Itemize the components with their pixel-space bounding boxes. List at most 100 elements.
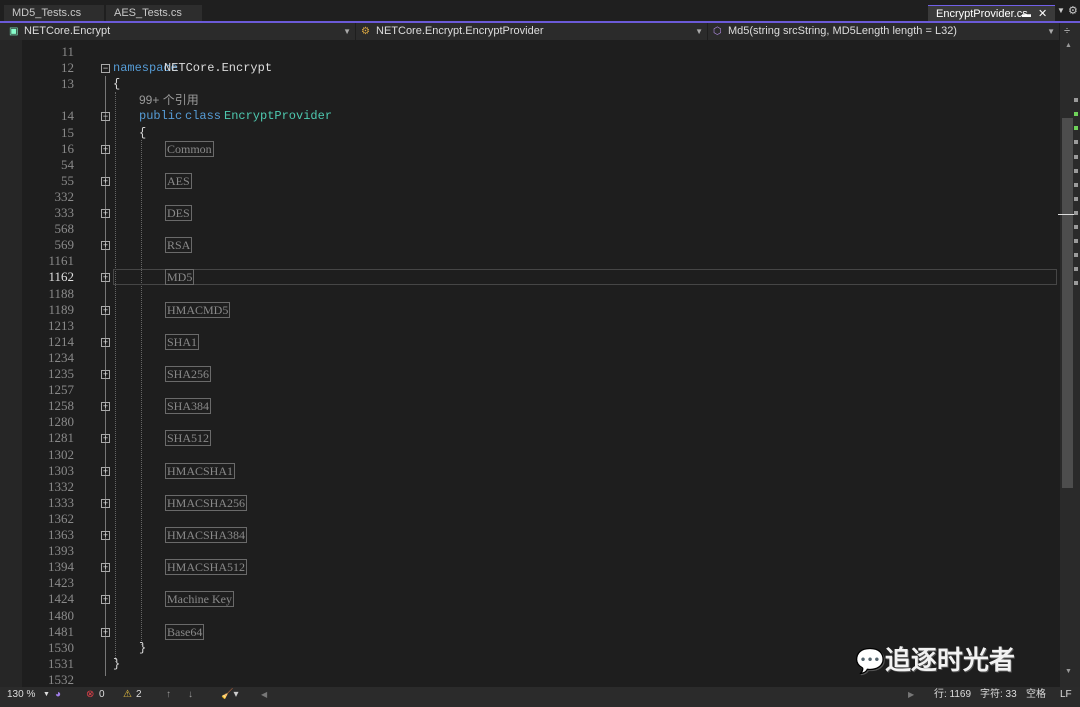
code-line: 1480 <box>22 608 1060 624</box>
expand-icon[interactable]: + <box>101 305 110 315</box>
collapsed-region-sha384[interactable]: SHA384 <box>165 398 212 415</box>
gear-icon[interactable]: ⚙ <box>1068 4 1078 17</box>
code-line: 1393 <box>22 543 1060 559</box>
collapsed-region-sha256[interactable]: SHA256 <box>165 366 212 382</box>
expand-icon[interactable]: + <box>101 209 110 218</box>
collapsed-region-base64[interactable]: Base64 <box>165 623 205 640</box>
code-line: 1303 + HMACSHA1 <box>22 462 1060 479</box>
warning-icon[interactable]: ⚠ <box>123 687 132 703</box>
code-line: 1424 + Machine Key <box>22 591 1060 608</box>
line-number: 1393 <box>48 543 74 559</box>
char-indicator[interactable]: 字符: 33 <box>980 687 1017 703</box>
line-number: 14 <box>61 108 74 124</box>
zoom-dropdown-icon[interactable]: ▼ <box>43 687 50 703</box>
zoom-level[interactable]: 130 % <box>7 687 35 703</box>
expand-icon[interactable]: + <box>101 144 110 154</box>
scrollbar-marker <box>1074 211 1078 215</box>
collapsed-region-sha1[interactable]: SHA1 <box>165 333 200 350</box>
line-number: 1235 <box>48 366 74 381</box>
scrollbar-thumb[interactable] <box>1062 118 1073 488</box>
expand-icon[interactable]: + <box>101 498 110 508</box>
collapse-icon[interactable]: − <box>101 112 110 122</box>
code-line: 14 − public class EncryptProvider <box>22 108 1060 124</box>
scrollbar-marker <box>1074 267 1078 271</box>
error-icon[interactable]: ⊗ <box>86 687 94 703</box>
code-line: 568 <box>22 221 1060 237</box>
collapsed-region-hmacmd5[interactable]: HMACMD5 <box>165 301 231 318</box>
type-dropdown[interactable]: ⚙ NETCore.Encrypt.EncryptProvider ▼ <box>356 23 708 40</box>
code-line: 1281 + SHA512 <box>22 430 1060 447</box>
expand-icon[interactable]: + <box>101 337 110 347</box>
scrollbar-marker <box>1074 197 1078 201</box>
project-dropdown[interactable]: ▣ NETCore.Encrypt ▼ <box>4 23 356 40</box>
line-indicator[interactable]: 行: 1169 <box>934 687 971 703</box>
line-number: 1424 <box>48 591 74 607</box>
expand-icon[interactable]: + <box>101 176 110 186</box>
code-line: 1394 + HMACSHA512 <box>22 559 1060 576</box>
expand-icon[interactable]: + <box>101 434 110 444</box>
code-line: 1363 + HMACSHA384 <box>22 527 1060 543</box>
code-line: 99+ 个引用 <box>22 92 1060 108</box>
public-keyword: public <box>139 109 183 124</box>
member-dropdown[interactable]: ⬡ Md5(string srcString, MD5Length length … <box>708 23 1060 40</box>
scroll-down-icon[interactable]: ▼ <box>1065 668 1072 675</box>
reference-count-codelens[interactable]: 99+ 个引用 <box>139 92 199 108</box>
code-editor[interactable]: 11 12− namespace NETCore.Encrypt 13{99+ 个引用 1… <box>22 40 1060 687</box>
collapsed-region-hmacsha256[interactable]: HMACSHA256 <box>165 494 248 511</box>
code-line: 1161 <box>22 253 1060 269</box>
tab-bar: MD5_Tests.cs AES_Tests.cs EncryptProvide… <box>0 0 1080 22</box>
collapsed-region-hmacsha1[interactable]: HMACSHA1 <box>165 462 236 479</box>
expand-icon[interactable]: + <box>101 595 110 605</box>
line-number: 1531 <box>48 655 74 671</box>
indent-indicator[interactable]: 空格 <box>1026 687 1046 703</box>
expand-icon[interactable]: + <box>101 402 110 412</box>
arrow-up-icon[interactable]: ↑ <box>166 687 171 703</box>
expand-icon[interactable]: + <box>101 563 110 573</box>
scroll-right-icon[interactable]: ▶ <box>908 687 914 703</box>
tab-encrypt-provider[interactable]: EncryptProvider.cs ▬ ✕ <box>928 5 1055 22</box>
expand-icon[interactable]: + <box>101 466 110 476</box>
collapsed-region-machine-key[interactable]: Machine Key <box>165 591 234 608</box>
collapsed-region-aes[interactable]: AES <box>165 172 192 189</box>
line-number: 12 <box>61 60 74 76</box>
scrollbar-marker <box>1074 140 1078 144</box>
collapsed-region-hmacsha512[interactable]: HMACSHA512 <box>165 559 248 576</box>
line-number: 568 <box>54 221 75 237</box>
line-number: 569 <box>54 237 75 253</box>
tab-aes-tests[interactable]: AES_Tests.cs <box>106 5 202 22</box>
collapsed-region-hmacsha384[interactable]: HMACSHA384 <box>165 527 248 543</box>
line-number: 13 <box>61 76 74 92</box>
code-line: 13 { <box>22 76 1060 92</box>
collapsed-region-common[interactable]: Common <box>165 140 214 157</box>
copilot-icon[interactable]: ◕ <box>55 687 61 703</box>
tab-list-dropdown-icon[interactable]: ▼ <box>1057 6 1065 15</box>
code-line: 1257 <box>22 382 1060 398</box>
collapsed-region-des[interactable]: DES <box>165 205 192 221</box>
code-line: 1234 <box>22 350 1060 366</box>
expand-icon[interactable]: + <box>101 370 110 379</box>
scroll-up-icon[interactable]: ▲ <box>1065 42 1072 49</box>
chevron-down-icon: ▼ <box>1047 27 1055 36</box>
error-count[interactable]: 0 <box>99 687 105 703</box>
vertical-scrollbar[interactable]: ▲ ▼ <box>1058 40 1080 687</box>
collapsed-region-sha512[interactable]: SHA512 <box>165 430 212 447</box>
collapsed-region-rsa[interactable]: RSA <box>165 237 193 254</box>
expand-icon[interactable]: + <box>101 241 110 251</box>
code-cleanup-icon[interactable]: 🧹▾ <box>221 687 238 703</box>
scroll-left-icon[interactable]: ◀ <box>261 687 267 703</box>
class-icon: ⚙ <box>361 26 370 37</box>
expand-icon[interactable]: + <box>101 273 110 283</box>
split-editor-icon[interactable]: ÷ <box>1064 23 1070 40</box>
warning-count[interactable]: 2 <box>136 687 142 703</box>
line-ending-indicator[interactable]: LF <box>1060 687 1072 703</box>
namespace-name: NETCore.Encrypt <box>164 61 273 76</box>
wechat-icon: 💬 <box>855 648 885 675</box>
expand-icon[interactable]: + <box>101 627 110 637</box>
expand-icon[interactable]: + <box>101 531 110 540</box>
status-bar: 130 % ▼ ◕ ⊗ 0 ⚠ 2 ↑ ↓ 🧹▾ ◀ ▶ 行: 1169 字符:… <box>0 687 1080 707</box>
collapsed-region-md5[interactable]: MD5 <box>165 269 195 286</box>
code-line: 569 + RSA <box>22 237 1060 254</box>
collapse-icon[interactable]: − <box>101 64 110 74</box>
arrow-down-icon[interactable]: ↓ <box>188 687 193 703</box>
tab-md5-tests[interactable]: MD5_Tests.cs <box>4 5 104 22</box>
